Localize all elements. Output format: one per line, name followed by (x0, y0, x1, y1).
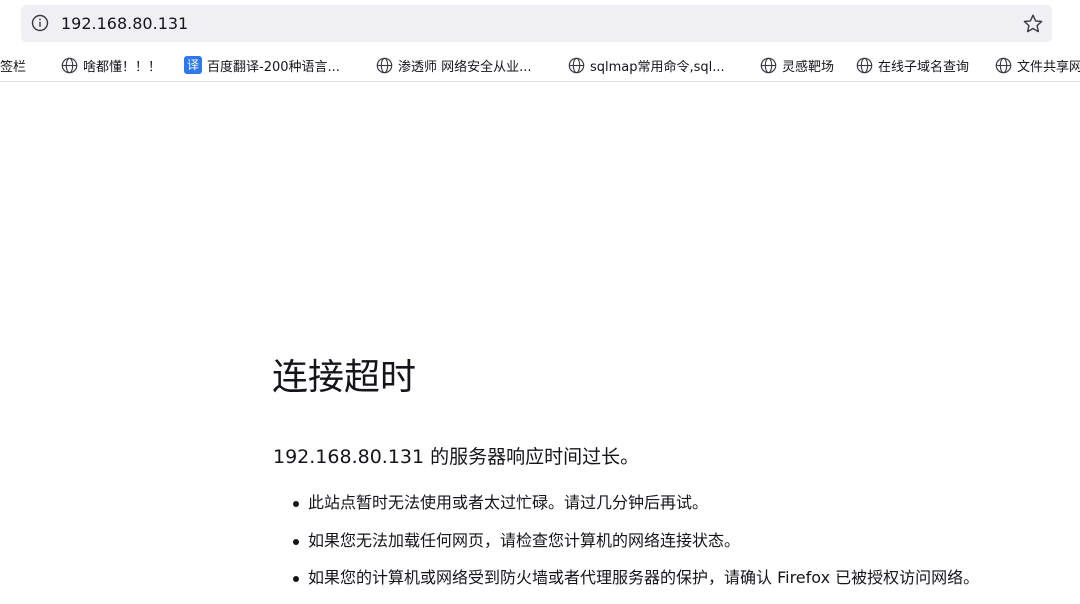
bookmark-item[interactable]: 文件共享网 (995, 55, 1080, 75)
bookmark-label: 灵感靶场 (782, 59, 835, 75)
bookmark-item[interactable]: sqlmap常用命令,sql... (568, 55, 725, 75)
error-description: 192.168.80.131 的服务器响应时间过长。 (273, 446, 640, 468)
globe-icon (568, 57, 585, 73)
url-bar[interactable]: 192.168.80.131 (21, 5, 1052, 42)
star-icon[interactable] (1022, 13, 1044, 35)
bookmark-label: 百度翻译-200种语言... (207, 59, 340, 75)
bookmark-item[interactable]: 书签栏 (0, 55, 26, 75)
bookmark-label: 文件共享网 (1017, 59, 1080, 75)
globe-icon (376, 57, 393, 73)
globe-icon (760, 57, 777, 73)
bookmark-label: sqlmap常用命令,sql... (590, 59, 725, 75)
error-title: 连接超时 (272, 357, 417, 398)
bookmark-item[interactable]: 渗透师 网络安全从业... (376, 55, 532, 75)
bookmark-label: 渗透师 网络安全从业... (398, 59, 532, 75)
globe-icon (61, 57, 78, 73)
bookmark-label: 啥都懂！！！ (83, 59, 162, 75)
suggestion-item: 如果您无法加载任何网页，请检查您计算机的网络连接状态。 (291, 529, 979, 567)
bookmark-item[interactable]: 啥都懂！！！ (61, 55, 161, 75)
bookmarks-bar: 书签栏 啥都懂！！！ 译 百度翻译-200种语言... 渗透师 网络安全从业..… (0, 48, 1080, 82)
suggestion-item: 此站点暂时无法使用或者太过忙碌。请过几分钟后再试。 (291, 491, 979, 529)
bookmark-item[interactable]: 灵感靶场 (760, 55, 834, 75)
info-icon[interactable] (31, 14, 49, 32)
bookmark-item[interactable]: 在线子域名查询 (856, 55, 969, 75)
bookmark-label: 在线子域名查询 (878, 59, 970, 75)
translate-icon: 译 (184, 56, 202, 74)
bookmark-label: 书签栏 (0, 59, 27, 75)
error-suggestions: 此站点暂时无法使用或者太过忙碌。请过几分钟后再试。 如果您无法加载任何网页，请检… (291, 491, 979, 604)
bookmark-item[interactable]: 译 百度翻译-200种语言... (184, 55, 340, 75)
globe-icon (856, 57, 873, 73)
navigation-toolbar: 192.168.80.131 (0, 0, 1080, 46)
url-text[interactable]: 192.168.80.131 (61, 14, 188, 34)
globe-icon (995, 57, 1012, 73)
